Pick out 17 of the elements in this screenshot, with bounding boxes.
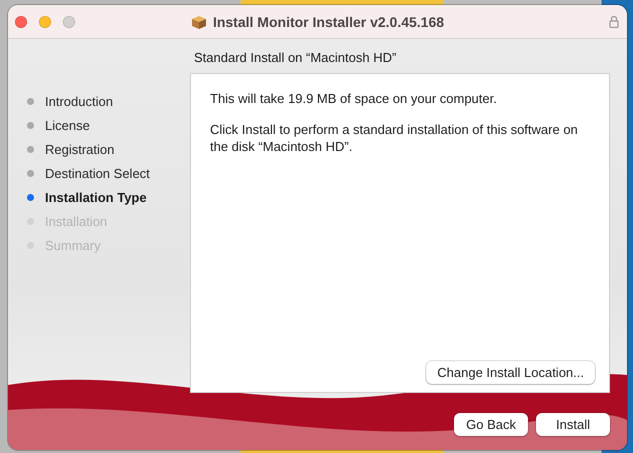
step-label: Registration	[45, 142, 114, 156]
close-button[interactable]	[15, 16, 27, 28]
install-button[interactable]: Install	[536, 413, 610, 436]
step-label: License	[45, 118, 90, 132]
zoom-button[interactable]	[63, 16, 75, 28]
info-text: This will take 19.9 MB of space on your computer.	[210, 90, 498, 107]
window-title: Install Monitor Installer v2.0.45.168	[212, 14, 444, 30]
minimize-button[interactable]	[39, 16, 51, 28]
install-heading: Standard Install on “Macintosh HD”	[193, 49, 398, 67]
step-label: Installation Type	[45, 190, 147, 204]
package-icon	[190, 14, 207, 30]
step-label: Destination Select	[45, 166, 150, 180]
info-text: Click Install to perform a standard installation of this software on the disk “Macintosh HD”.	[210, 121, 579, 155]
lock-icon	[609, 15, 619, 28]
change-location-button[interactable]: Change Install Location...	[426, 361, 595, 384]
step-label: Introduction	[45, 94, 113, 108]
go-back-button[interactable]: Go Back	[454, 413, 528, 436]
